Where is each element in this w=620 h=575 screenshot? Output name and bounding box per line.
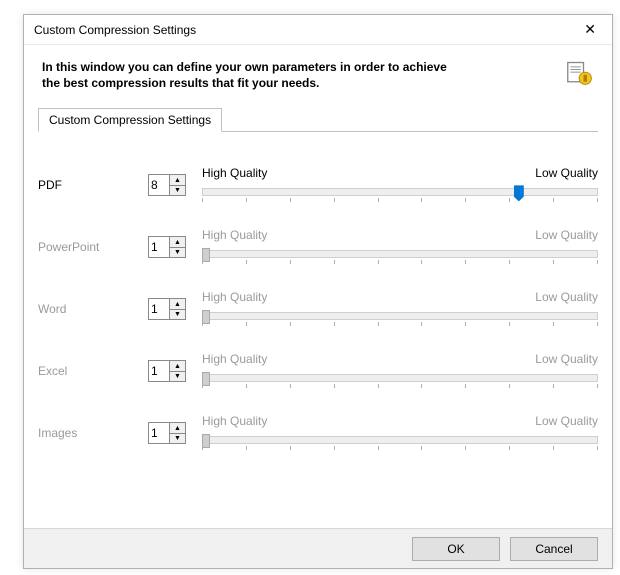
stepper-arrows: ▲ ▼ <box>169 299 185 319</box>
ok-button[interactable]: OK <box>412 537 500 561</box>
quantity-stepper[interactable]: ▲ ▼ <box>148 422 186 444</box>
window-title: Custom Compression Settings <box>34 23 578 37</box>
quantity-stepper[interactable]: ▲ ▼ <box>148 236 186 258</box>
quality-slider[interactable] <box>202 370 598 390</box>
row-label: PDF <box>38 178 148 192</box>
slider-track <box>202 312 598 320</box>
low-quality-label: Low Quality <box>535 414 598 428</box>
quantity-stepper[interactable]: ▲ ▼ <box>148 298 186 320</box>
high-quality-label: High Quality <box>202 228 267 242</box>
quantity-stepper[interactable]: ▲ ▼ <box>148 360 186 382</box>
stepper-up-icon[interactable]: ▲ <box>170 299 185 310</box>
quantity-stepper[interactable]: ▲ ▼ <box>148 174 186 196</box>
compression-icon <box>566 59 594 90</box>
slider-track <box>202 188 598 196</box>
titlebar: Custom Compression Settings ✕ <box>24 15 612 45</box>
high-quality-label: High Quality <box>202 352 267 366</box>
stepper-up-icon[interactable]: ▲ <box>170 361 185 372</box>
slider-track <box>202 250 598 258</box>
slider-column: High Quality Low Quality <box>202 352 598 390</box>
stepper-up-icon[interactable]: ▲ <box>170 237 185 248</box>
cancel-button[interactable]: Cancel <box>510 537 598 561</box>
quality-slider[interactable] <box>202 432 598 452</box>
compression-row-excel: Excel ▲ ▼ High Quality Low Quality <box>38 352 598 390</box>
low-quality-label: Low Quality <box>535 352 598 366</box>
slider-labels: High Quality Low Quality <box>202 228 598 242</box>
slider-column: High Quality Low Quality <box>202 228 598 266</box>
stepper-arrows: ▲ ▼ <box>169 175 185 195</box>
stepper-down-icon[interactable]: ▼ <box>170 248 185 258</box>
stepper-down-icon[interactable]: ▼ <box>170 372 185 382</box>
intro-text: In this window you can define your own p… <box>42 59 566 91</box>
compression-row-word: Word ▲ ▼ High Quality Low Quality <box>38 290 598 328</box>
slider-labels: High Quality Low Quality <box>202 166 598 180</box>
slider-column: High Quality Low Quality <box>202 290 598 328</box>
stepper-input[interactable] <box>149 361 169 381</box>
high-quality-label: High Quality <box>202 290 267 304</box>
compression-row-powerpoint: PowerPoint ▲ ▼ High Quality Low Quality <box>38 228 598 266</box>
slider-labels: High Quality Low Quality <box>202 352 598 366</box>
low-quality-label: Low Quality <box>535 166 598 180</box>
row-label: Excel <box>38 364 148 378</box>
quality-slider[interactable] <box>202 308 598 328</box>
row-label: Word <box>38 302 148 316</box>
stepper-down-icon[interactable]: ▼ <box>170 310 185 320</box>
dialog-footer: OK Cancel <box>24 528 612 568</box>
tab-bar: Custom Compression Settings <box>38 107 598 132</box>
compression-row-pdf: PDF ▲ ▼ High Quality Low Quality <box>38 166 598 204</box>
close-icon[interactable]: ✕ <box>578 19 602 40</box>
intro-line2: the best compression results that fit yo… <box>42 76 319 90</box>
slider-column: High Quality Low Quality <box>202 166 598 204</box>
high-quality-label: High Quality <box>202 414 267 428</box>
tab-content: PDF ▲ ▼ High Quality Low Quality PowerPo… <box>24 132 612 462</box>
stepper-down-icon[interactable]: ▼ <box>170 186 185 196</box>
slider-ticks <box>202 198 598 204</box>
stepper-up-icon[interactable]: ▲ <box>170 423 185 434</box>
quality-slider[interactable] <box>202 184 598 204</box>
stepper-input[interactable] <box>149 175 169 195</box>
dialog-window: Custom Compression Settings ✕ In this wi… <box>23 14 613 569</box>
slider-ticks <box>202 260 598 266</box>
stepper-up-icon[interactable]: ▲ <box>170 175 185 186</box>
stepper-arrows: ▲ ▼ <box>169 237 185 257</box>
quality-slider[interactable] <box>202 246 598 266</box>
low-quality-label: Low Quality <box>535 228 598 242</box>
low-quality-label: Low Quality <box>535 290 598 304</box>
stepper-arrows: ▲ ▼ <box>169 423 185 443</box>
slider-ticks <box>202 446 598 452</box>
stepper-input[interactable] <box>149 299 169 319</box>
row-label: PowerPoint <box>38 240 148 254</box>
slider-column: High Quality Low Quality <box>202 414 598 452</box>
compression-row-images: Images ▲ ▼ High Quality Low Quality <box>38 414 598 452</box>
stepper-input[interactable] <box>149 237 169 257</box>
slider-labels: High Quality Low Quality <box>202 290 598 304</box>
slider-ticks <box>202 322 598 328</box>
slider-track <box>202 374 598 382</box>
stepper-down-icon[interactable]: ▼ <box>170 434 185 444</box>
intro-section: In this window you can define your own p… <box>24 45 612 101</box>
intro-line1: In this window you can define your own p… <box>42 60 447 74</box>
slider-track <box>202 436 598 444</box>
slider-labels: High Quality Low Quality <box>202 414 598 428</box>
tab-custom-compression[interactable]: Custom Compression Settings <box>38 108 222 132</box>
stepper-input[interactable] <box>149 423 169 443</box>
stepper-arrows: ▲ ▼ <box>169 361 185 381</box>
slider-ticks <box>202 384 598 390</box>
row-label: Images <box>38 426 148 440</box>
high-quality-label: High Quality <box>202 166 267 180</box>
